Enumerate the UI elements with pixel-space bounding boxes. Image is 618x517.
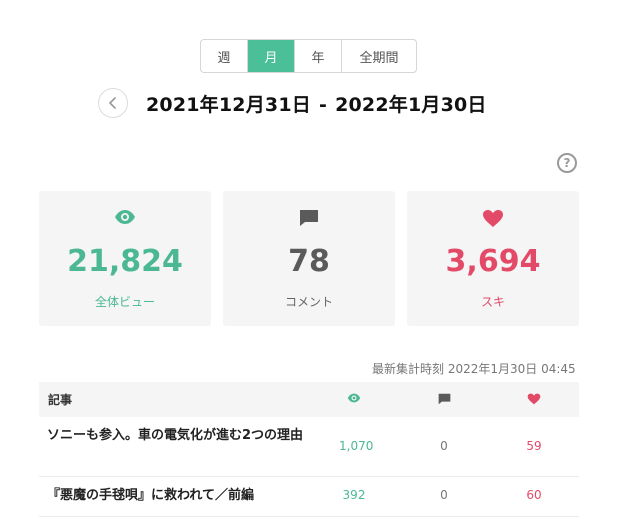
article-comments: 0 xyxy=(440,439,448,453)
tab-year[interactable]: 年 xyxy=(295,40,342,72)
comment-icon xyxy=(438,393,450,405)
article-column-header: 記事 xyxy=(48,393,73,407)
date-range: 2021年12月31日 -2022年1月30日 xyxy=(146,90,487,117)
article-likes: 59 xyxy=(526,439,542,453)
comment-icon xyxy=(300,210,318,226)
views-card: 21,824 全体ビュー xyxy=(39,191,211,326)
comments-label: コメント xyxy=(284,295,333,309)
tab-week[interactable]: 週 xyxy=(201,40,248,72)
table-header: 記事 xyxy=(39,382,579,417)
article-comments: 0 xyxy=(440,488,448,502)
article-views: 392 xyxy=(342,488,366,502)
article-title[interactable]: 『悪魔の手毬唄』に救われて／前編 xyxy=(47,485,317,506)
comments-total: 78 xyxy=(288,244,330,279)
eye-icon xyxy=(115,210,135,224)
tab-month[interactable]: 月 xyxy=(248,40,295,72)
tab-all-time[interactable]: 全期間 xyxy=(342,40,416,72)
question-circle-icon[interactable]: ? xyxy=(557,153,577,173)
likes-label: スキ xyxy=(480,295,505,309)
comments-card: 78 コメント xyxy=(223,191,395,326)
heart-icon xyxy=(527,393,541,405)
article-views: 1,070 xyxy=(339,439,374,453)
likes-column-header xyxy=(519,393,549,407)
heart-icon xyxy=(483,210,503,227)
table-row[interactable]: 『悪魔の手毬唄』に救われて／前編 392 0 60 xyxy=(39,477,579,517)
views-label: 全体ビュー xyxy=(94,295,155,309)
table-row[interactable]: ソニーも参入。車の電気化が進む2つの理由 1,070 0 59 xyxy=(39,417,579,477)
views-column-header xyxy=(339,393,369,407)
views-total: 21,824 xyxy=(67,244,183,279)
last-updated: 最新集計時刻 2022年1月30日 04:45 xyxy=(372,362,576,376)
previous-period-button[interactable] xyxy=(98,88,128,118)
articles-table: 記事 ソニーも参入。車の電気化が進む2つの理由 1,070 0 59 『悪魔の手… xyxy=(39,382,579,517)
article-title[interactable]: ソニーも参入。車の電気化が進む2つの理由 xyxy=(47,425,317,446)
likes-total: 3,694 xyxy=(445,244,541,279)
date-start: 2021年12月31日 xyxy=(146,94,311,116)
article-likes: 60 xyxy=(526,488,542,502)
eye-icon xyxy=(347,393,361,403)
period-tabs: 週 月 年 全期間 xyxy=(200,39,417,73)
date-end: 2022年1月30日 xyxy=(335,94,487,116)
comments-column-header xyxy=(429,393,459,407)
date-separator: - xyxy=(318,94,328,116)
chevron-left-icon xyxy=(109,97,116,109)
likes-card: 3,694 スキ xyxy=(407,191,579,326)
